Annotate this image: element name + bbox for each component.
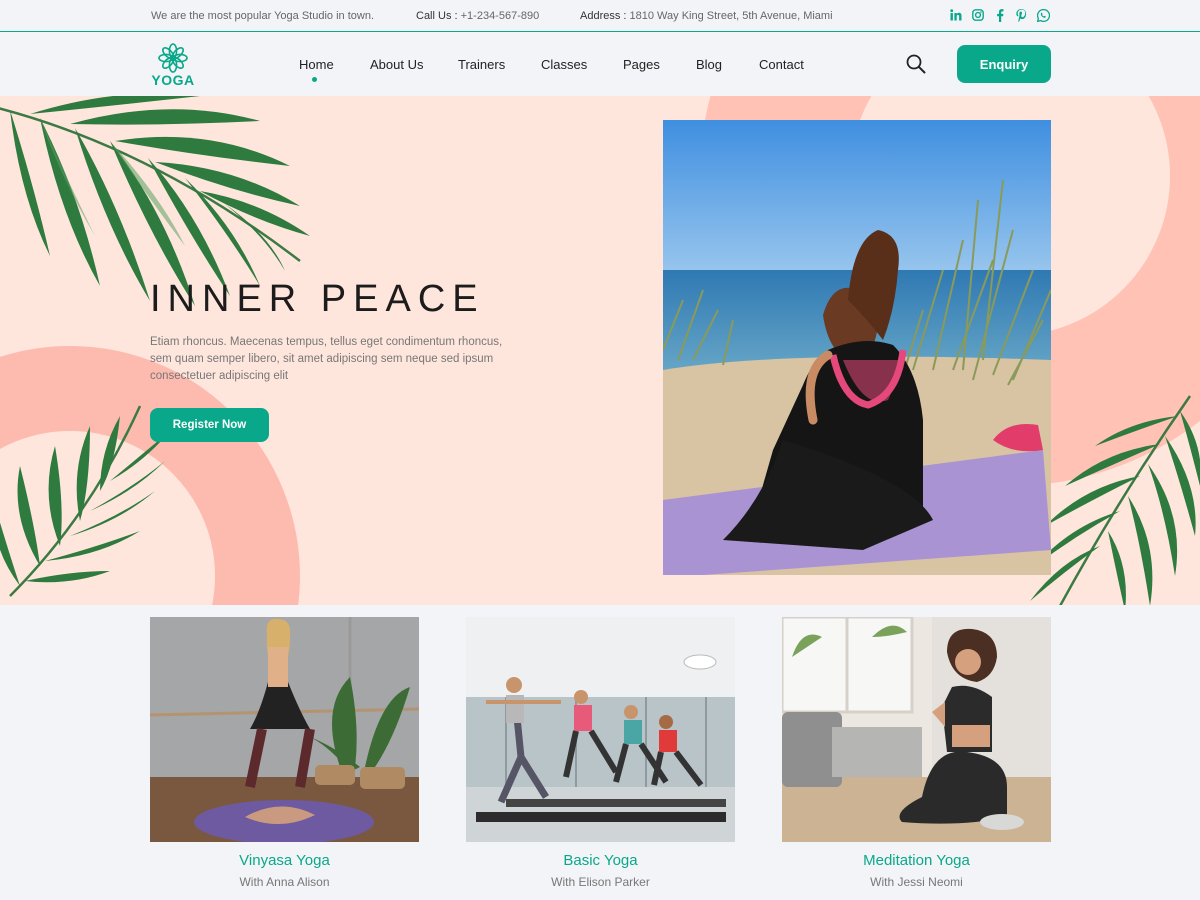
class-trainer: With Anna Alison: [239, 875, 330, 889]
enquiry-button[interactable]: Enquiry: [957, 45, 1051, 83]
search-icon[interactable]: [905, 53, 927, 75]
instagram-icon[interactable]: [971, 8, 984, 22]
class-trainer: With Elison Parker: [551, 875, 650, 889]
nav-item-about-us[interactable]: About Us: [370, 57, 423, 72]
class-card-vinyasa[interactable]: Vinyasa Yoga With Anna Alison: [150, 617, 419, 889]
lotus-icon: [158, 43, 188, 73]
address-info: Address : 1810 Way King Street, 5th Aven…: [580, 10, 833, 22]
nav-item-home[interactable]: Home: [299, 57, 334, 72]
vinyasa-yoga-photo: [150, 617, 419, 842]
pinterest-icon[interactable]: [1015, 8, 1028, 22]
top-info-bar: We are the most popular Yoga Studio in t…: [0, 0, 1200, 32]
facebook-icon[interactable]: [993, 8, 1006, 22]
meditation-yoga-photo: [782, 617, 1051, 842]
hero-section: INNER PEACE Etiam rhoncus. Maecenas temp…: [0, 96, 1200, 605]
call-value[interactable]: +1-234-567-890: [461, 10, 540, 22]
register-now-button[interactable]: Register Now: [150, 408, 269, 442]
address-label: Address :: [580, 10, 627, 22]
hero-photo-beach-meditation: [663, 120, 1051, 575]
active-indicator-dot: [312, 77, 317, 82]
whatsapp-icon[interactable]: [1037, 8, 1050, 22]
class-title[interactable]: Vinyasa Yoga: [150, 852, 419, 869]
logo[interactable]: YOGA: [148, 43, 198, 88]
hero-description: Etiam rhoncus. Maecenas tempus, tellus e…: [150, 336, 503, 382]
nav-item-trainers[interactable]: Trainers: [458, 57, 505, 72]
class-card-meditation[interactable]: Meditation Yoga With Jessi Neomi: [782, 617, 1051, 889]
class-title[interactable]: Meditation Yoga: [782, 852, 1051, 869]
nav-item-blog[interactable]: Blog: [696, 57, 722, 72]
class-title[interactable]: Basic Yoga: [466, 852, 735, 869]
address-value: 1810 Way King Street, 5th Avenue, Miami: [629, 10, 833, 22]
logo-text: YOGA: [151, 72, 195, 88]
call-label: Call Us :: [416, 10, 458, 22]
tagline: We are the most popular Yoga Studio in t…: [151, 10, 374, 22]
nav-item-classes[interactable]: Classes: [541, 57, 587, 72]
linkedin-icon[interactable]: [949, 8, 962, 22]
social-links: [949, 8, 1050, 22]
call-info: Call Us : +1-234-567-890: [416, 10, 539, 22]
nav-item-pages[interactable]: Pages: [623, 57, 660, 72]
class-card-basic[interactable]: Basic Yoga With Elison Parker: [466, 617, 735, 889]
main-navigation: YOGA Home About Us Trainers Classes Page…: [0, 33, 1200, 96]
basic-yoga-photo: [466, 617, 735, 842]
nav-item-contact[interactable]: Contact: [759, 57, 804, 72]
hero-title: INNER PEACE: [150, 278, 485, 320]
class-trainer: With Jessi Neomi: [870, 875, 963, 889]
